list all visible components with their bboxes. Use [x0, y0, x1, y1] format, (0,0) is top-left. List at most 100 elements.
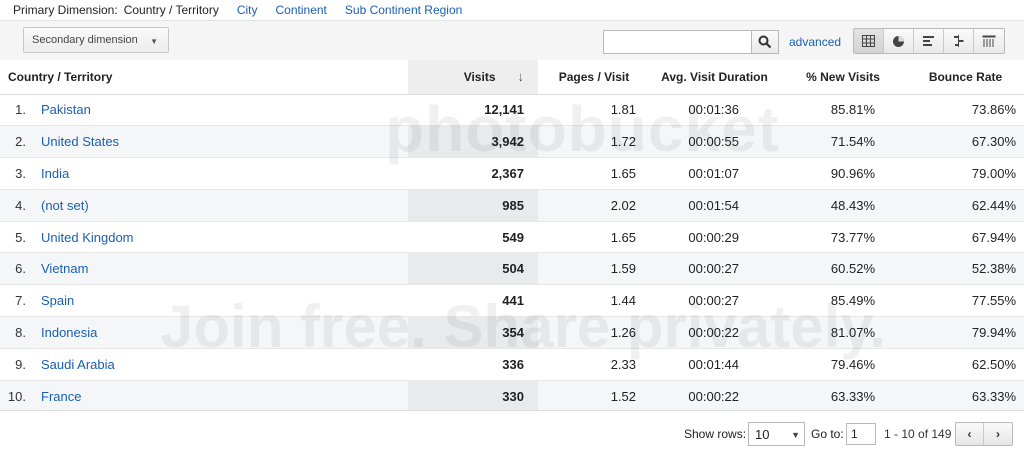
row-index: 1. — [0, 94, 40, 127]
bar-view-icon — [923, 36, 934, 46]
new-visits-value: 71.54% — [779, 125, 907, 159]
visits-value: 330 — [408, 380, 538, 413]
header-new-visits[interactable]: % New Visits — [779, 60, 907, 95]
goto-page-input[interactable]: 1 — [846, 423, 876, 445]
row-index: 3. — [0, 157, 40, 190]
country-name[interactable]: Spain — [41, 293, 74, 308]
bounce-rate-value: 73.86% — [907, 94, 1024, 127]
row-index: 10. — [0, 380, 40, 413]
country-name[interactable]: Pakistan — [41, 102, 91, 117]
country-cell: United Kingdom — [40, 221, 408, 254]
avg-visit-duration-value: 00:01:54 — [650, 189, 779, 222]
new-visits-value: 73.77% — [779, 221, 907, 254]
visits-value: 985 — [408, 189, 538, 222]
pages-per-visit-value: 1.65 — [538, 157, 650, 190]
avg-visit-duration-value: 00:00:27 — [650, 252, 779, 286]
previous-page-button[interactable]: ‹ — [956, 423, 984, 445]
header-visits[interactable]: Visits ↓ — [408, 60, 538, 95]
comparison-view-icon — [954, 35, 964, 47]
search-icon — [758, 35, 772, 49]
country-name[interactable]: France — [41, 389, 81, 404]
bounce-rate-value: 52.38% — [907, 252, 1024, 286]
secondary-dimension-dropdown[interactable]: Secondary dimension ▼ — [23, 27, 169, 53]
pie-view-button[interactable] — [884, 29, 914, 53]
country-cell: Vietnam — [40, 252, 408, 286]
bounce-rate-value: 62.44% — [907, 189, 1024, 222]
country-name[interactable]: United States — [41, 134, 119, 149]
visits-value: 12,141 — [408, 94, 538, 127]
next-page-button[interactable]: › — [984, 423, 1012, 445]
new-visits-value: 63.33% — [779, 380, 907, 413]
new-visits-value: 60.52% — [779, 252, 907, 286]
country-cell: India — [40, 157, 408, 190]
pages-per-visit-value: 2.02 — [538, 189, 650, 222]
country-cell: Pakistan — [40, 94, 408, 127]
row-index: 4. — [0, 189, 40, 222]
visits-value: 354 — [408, 316, 538, 349]
table-view-icon — [862, 35, 875, 47]
pages-per-visit-value: 1.26 — [538, 316, 650, 349]
table-row: 2. United States 3,942 1.72 00:00:55 71.54% 67… — [0, 125, 1024, 159]
country-name[interactable]: United Kingdom — [41, 230, 134, 245]
view-switcher — [853, 28, 1005, 54]
pagination-range: 1 - 10 of 149 — [884, 427, 952, 441]
chevron-down-icon: ▼ — [150, 37, 158, 46]
row-index: 8. — [0, 316, 40, 349]
table-row: 1. Pakistan 12,141 1.81 00:01:36 85.81% 73.86% — [0, 94, 1024, 127]
header-bounce-rate[interactable]: Bounce Rate — [907, 60, 1024, 95]
header-country[interactable]: Country / Territory — [0, 60, 408, 95]
header-avg-visit-duration[interactable]: Avg. Visit Duration — [650, 60, 779, 95]
goto-label: Go to: — [811, 427, 844, 441]
dimension-option-city[interactable]: City — [237, 3, 258, 17]
avg-visit-duration-value: 00:00:22 — [650, 380, 779, 413]
avg-visit-duration-value: 00:00:27 — [650, 284, 779, 318]
avg-visit-duration-value: 00:00:55 — [650, 125, 779, 159]
avg-visit-duration-value: 00:00:29 — [650, 221, 779, 254]
comparison-view-button[interactable] — [944, 29, 974, 53]
country-name[interactable]: Indonesia — [41, 325, 97, 340]
dimension-option-continent[interactable]: Continent — [276, 3, 327, 17]
pivot-view-button[interactable] — [974, 29, 1004, 53]
table-row: 8. Indonesia 354 1.26 00:00:22 81.07% 79.94% — [0, 316, 1024, 349]
country-name[interactable]: India — [41, 166, 69, 181]
report-table: Country / Territory Visits ↓ Pages / Visi… — [0, 60, 1024, 413]
dimension-option-sub-continent-region[interactable]: Sub Continent Region — [345, 3, 462, 17]
visits-value: 549 — [408, 221, 538, 254]
show-rows-value: 10 — [755, 426, 770, 442]
bounce-rate-value: 67.94% — [907, 221, 1024, 254]
pivot-view-icon — [982, 35, 996, 47]
primary-dimension-label: Primary Dimension: — [13, 3, 118, 17]
row-index: 2. — [0, 125, 40, 159]
pie-view-icon — [893, 35, 904, 47]
show-rows-label: Show rows: — [684, 427, 747, 441]
table-row: 10. France 330 1.52 00:00:22 63.33% 63.33% — [0, 380, 1024, 413]
pages-per-visit-value: 1.59 — [538, 252, 650, 286]
avg-visit-duration-value: 00:01:36 — [650, 94, 779, 127]
country-name[interactable]: Saudi Arabia — [41, 357, 115, 372]
pages-per-visit-value: 1.44 — [538, 284, 650, 318]
bounce-rate-value: 62.50% — [907, 348, 1024, 381]
chevron-down-icon: ▼ — [791, 430, 800, 440]
bounce-rate-value: 79.94% — [907, 316, 1024, 349]
table-header-row: Country / Territory Visits ↓ Pages / Visi… — [0, 60, 1024, 95]
new-visits-value: 79.46% — [779, 348, 907, 381]
table-view-button[interactable] — [854, 29, 884, 53]
visits-value: 336 — [408, 348, 538, 381]
country-name[interactable]: (not set) — [41, 198, 89, 213]
country-cell: Saudi Arabia — [40, 348, 408, 381]
bounce-rate-value: 77.55% — [907, 284, 1024, 318]
primary-dimension-bar: Primary Dimension: Country / Territory C… — [0, 0, 1024, 20]
row-index: 9. — [0, 348, 40, 381]
show-rows-select[interactable]: 10 ▼ — [748, 422, 805, 446]
advanced-filter-link[interactable]: advanced — [789, 35, 841, 49]
header-pages-per-visit[interactable]: Pages / Visit — [538, 60, 650, 95]
country-cell: United States — [40, 125, 408, 159]
avg-visit-duration-value: 00:01:44 — [650, 348, 779, 381]
pages-per-visit-value: 2.33 — [538, 348, 650, 381]
search-button[interactable] — [751, 30, 779, 54]
table-body: 1. Pakistan 12,141 1.81 00:01:36 85.81% 73.86%… — [0, 94, 1024, 413]
country-name[interactable]: Vietnam — [41, 261, 88, 276]
table-search-input[interactable] — [603, 30, 752, 54]
avg-visit-duration-value: 00:00:22 — [650, 316, 779, 349]
bar-view-button[interactable] — [914, 29, 944, 53]
